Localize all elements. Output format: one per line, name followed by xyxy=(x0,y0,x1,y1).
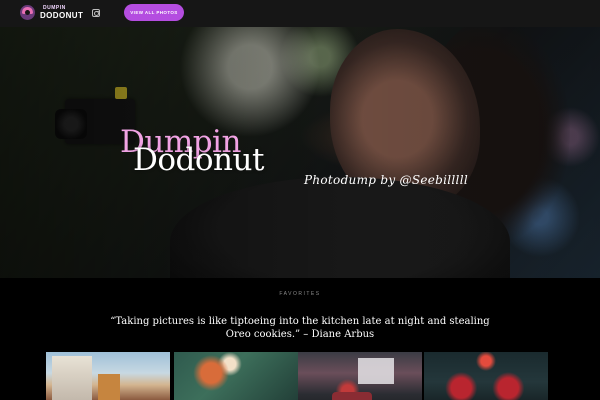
thumbnail-car xyxy=(332,392,372,400)
hero-title: Dumpin Dodonut xyxy=(120,127,320,176)
favorites-section: FAVORITES “Taking pictures is like tipto… xyxy=(0,278,600,400)
hero-title-line2: Dodonut xyxy=(133,142,264,178)
logo-text: DUMPIN DODONUT xyxy=(40,4,84,20)
thumbnail-building xyxy=(98,374,120,400)
quote-text: “Taking pictures is like tiptoeing into … xyxy=(110,316,490,340)
site-header: DUMPIN DODONUT VIEW ALL PHOTOS xyxy=(0,0,600,27)
donut-logo-icon xyxy=(20,5,35,20)
site-logo[interactable]: DUMPIN DODONUT xyxy=(20,5,83,20)
hero-banner: Dumpin Dodonut Photodump by @Seebilllll xyxy=(0,27,600,278)
photo-thumbnail-1[interactable] xyxy=(46,352,170,400)
view-all-photos-button[interactable]: VIEW ALL PHOTOS xyxy=(124,4,184,21)
logo-small-text: DUMPIN xyxy=(43,4,66,11)
thumbnail-sign xyxy=(358,358,394,384)
hero-subtitle: Photodump by @Seebilllll xyxy=(304,173,468,187)
instagram-icon[interactable] xyxy=(92,9,100,17)
favorites-label: FAVORITES xyxy=(279,291,321,297)
photo-thumbnail-4[interactable] xyxy=(424,352,548,400)
thumbnail-building xyxy=(52,356,92,400)
photo-thumbnail-3[interactable] xyxy=(298,352,422,400)
logo-big-text: DODONUT xyxy=(40,10,84,20)
photo-thumbnail-2[interactable] xyxy=(174,352,298,400)
